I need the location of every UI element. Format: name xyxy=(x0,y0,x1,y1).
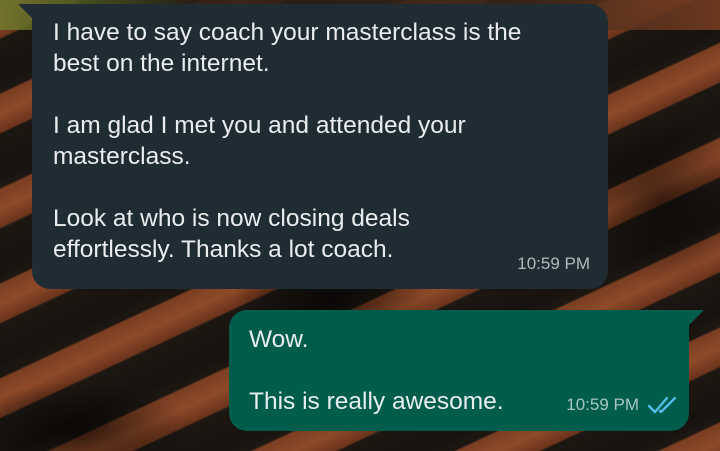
outgoing-message-bubble[interactable]: Wow. This is really awesome. 10:59 PM xyxy=(229,310,704,431)
message-text: I am glad I met you and attended your ma… xyxy=(53,112,466,170)
message-text: I have to say coach your masterclass is … xyxy=(53,19,522,77)
message-meta: 10:59 PM xyxy=(566,389,679,420)
message-timestamp: 10:59 PM xyxy=(566,395,639,414)
message-text: Look at who is now closing deals effortl… xyxy=(53,205,410,263)
double-check-read-icon xyxy=(647,396,677,413)
message-text: Wow. xyxy=(249,326,309,353)
incoming-message-bubble[interactable]: I have to say coach your masterclass is … xyxy=(18,4,608,289)
message-timestamp: 10:59 PM xyxy=(517,254,590,273)
message-meta: 10:59 PM xyxy=(517,248,590,279)
